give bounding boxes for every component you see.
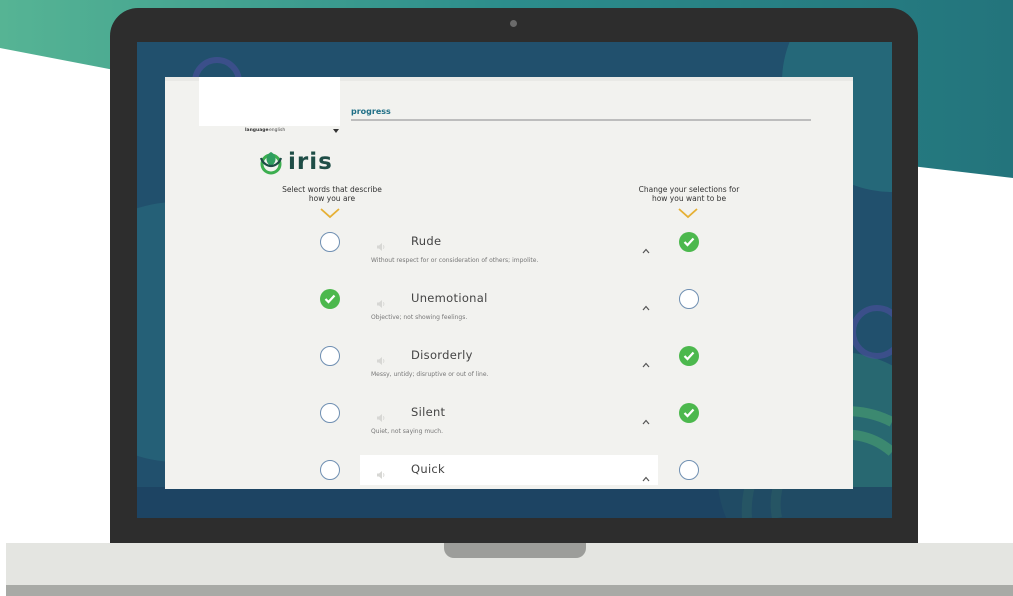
caret-up-icon[interactable]: [642, 296, 650, 311]
word-row: Rude Without respect for or consideration…: [165, 232, 853, 288]
speaker-icon[interactable]: [376, 351, 386, 365]
header-logo-box: [199, 77, 340, 126]
desired-self-toggle[interactable]: [679, 403, 699, 423]
desired-self-toggle[interactable]: [679, 232, 699, 252]
webcam-dot: [510, 20, 517, 27]
current-self-header-line2: how you are: [308, 194, 356, 203]
word-definition: Objective; not showing feelings.: [371, 314, 468, 321]
iris-app-page: progress language english iris Select wo…: [165, 77, 853, 489]
laptop-base-edge: [6, 585, 1013, 596]
desired-self-header-line2: how you want to be: [651, 194, 727, 203]
word-row: Unemotional Objective; not showing feelin…: [165, 289, 853, 345]
current-self-toggle[interactable]: [320, 346, 340, 366]
laptop-notch: [444, 543, 586, 558]
laptop-screen: progress language english iris Select wo…: [137, 42, 892, 518]
word-row-highlight: [360, 455, 658, 485]
brand-logo: iris: [257, 149, 333, 175]
word-label: Silent: [411, 405, 446, 419]
current-self-toggle[interactable]: [320, 289, 340, 309]
word-label: Unemotional: [411, 291, 488, 305]
chevron-down-icon: [320, 208, 340, 219]
speaker-icon[interactable]: [376, 237, 386, 251]
word-label: Quick: [411, 462, 446, 476]
desired-self-header: Change your selections for how you want …: [627, 185, 751, 203]
word-label: Rude: [411, 234, 442, 248]
speaker-icon[interactable]: [376, 294, 386, 308]
chevron-down-icon: [678, 208, 698, 219]
desired-self-header-line1: Change your selections for: [638, 185, 740, 194]
word-row: Disorderly Messy, untidy; disruptive or o…: [165, 346, 853, 402]
language-select[interactable]: english: [269, 128, 285, 133]
language-label: language: [245, 128, 269, 133]
speaker-icon[interactable]: [376, 408, 386, 422]
current-self-header-line1: Select words that describe: [282, 185, 382, 194]
caret-up-icon[interactable]: [642, 239, 650, 254]
word-label: Disorderly: [411, 348, 473, 362]
current-self-toggle[interactable]: [320, 232, 340, 252]
current-self-toggle[interactable]: [320, 460, 340, 480]
speaker-icon[interactable]: [376, 465, 386, 479]
caret-up-icon[interactable]: [642, 467, 650, 482]
current-self-header: Select words that describe how you are: [267, 185, 397, 203]
desired-self-toggle[interactable]: [679, 346, 699, 366]
desired-self-toggle[interactable]: [679, 460, 699, 480]
caret-up-icon[interactable]: [642, 410, 650, 425]
word-row: Silent Quiet, not saying much.: [165, 403, 853, 459]
word-definition: Messy, untidy; disruptive or out of line…: [371, 371, 489, 378]
progress-bar: [351, 119, 811, 121]
desired-self-toggle[interactable]: [679, 289, 699, 309]
progress-label: progress: [351, 107, 391, 116]
current-self-toggle[interactable]: [320, 403, 340, 423]
iris-flower-icon: [259, 152, 283, 175]
brand-name: iris: [288, 149, 333, 175]
word-definition: Quiet, not saying much.: [371, 428, 443, 435]
word-row: Quick: [165, 455, 853, 489]
caret-up-icon[interactable]: [642, 353, 650, 368]
word-definition: Without respect for or consideration of …: [371, 257, 539, 264]
language-dropdown-caret-icon[interactable]: [333, 129, 339, 133]
